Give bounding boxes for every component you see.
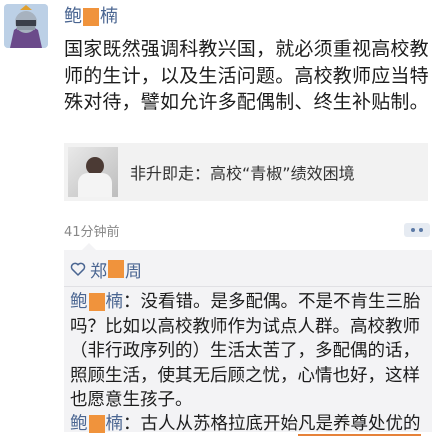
- comment-item[interactable]: 鲍楠：没看错。是多配偶。不是不肯生三胎吗？比如以高校教师作为试点人群。高校教师（…: [70, 290, 432, 413]
- post-author[interactable]: 鲍 楠: [64, 6, 118, 28]
- author-name-last: 楠: [100, 6, 118, 27]
- post-time: 41分钟前: [64, 224, 120, 240]
- redaction-mark: [88, 415, 105, 433]
- comment-separator: ：: [123, 292, 141, 312]
- redaction-mark: [83, 8, 99, 26]
- comment-author-last[interactable]: 楠: [106, 292, 124, 312]
- heart-icon: [70, 262, 86, 276]
- comment-caret: [82, 243, 96, 250]
- share-thumbnail: [68, 147, 118, 197]
- likes-row: 郑 周: [70, 257, 142, 282]
- share-title: 非升即走：高校“青椒”绩效困境: [130, 164, 355, 183]
- comment-separator: ：: [123, 414, 141, 434]
- comment-author-first[interactable]: 鲍: [70, 292, 88, 312]
- like-user-first[interactable]: 郑: [90, 257, 107, 282]
- comment-author-first[interactable]: 鲍: [70, 414, 88, 434]
- post-text: 国家既然强调科教兴国，就必须重视高校教师的生计，以及生活问题。高校教师应当特殊对…: [64, 38, 429, 113]
- comment-section: 郑 周 鲍楠：没看错。是多配偶。不是不肯生三胎吗？比如以高校教师作为试点人群。高…: [64, 243, 432, 436]
- like-user-last[interactable]: 周: [125, 257, 142, 282]
- shared-link-card[interactable]: 非升即走：高校“青椒”绩效困境: [64, 143, 428, 201]
- comment-item[interactable]: 鲍楠：古人从苏格拉底开始凡是养尊处优的: [70, 412, 432, 437]
- author-name-first: 鲍: [64, 6, 82, 27]
- redaction-mark: [108, 260, 124, 278]
- comment-text-underlined: 凡是养尊处优的: [298, 414, 421, 436]
- post-meta: 41分钟前: [64, 220, 432, 240]
- redaction-mark: [88, 293, 105, 311]
- comment-text: 古人从苏格拉底开始: [140, 414, 299, 434]
- avatar[interactable]: [4, 4, 48, 48]
- comment-author-last[interactable]: 楠: [106, 414, 124, 434]
- more-actions-icon[interactable]: [404, 223, 430, 237]
- knight-avatar-icon: [4, 4, 48, 48]
- divider: [64, 286, 432, 287]
